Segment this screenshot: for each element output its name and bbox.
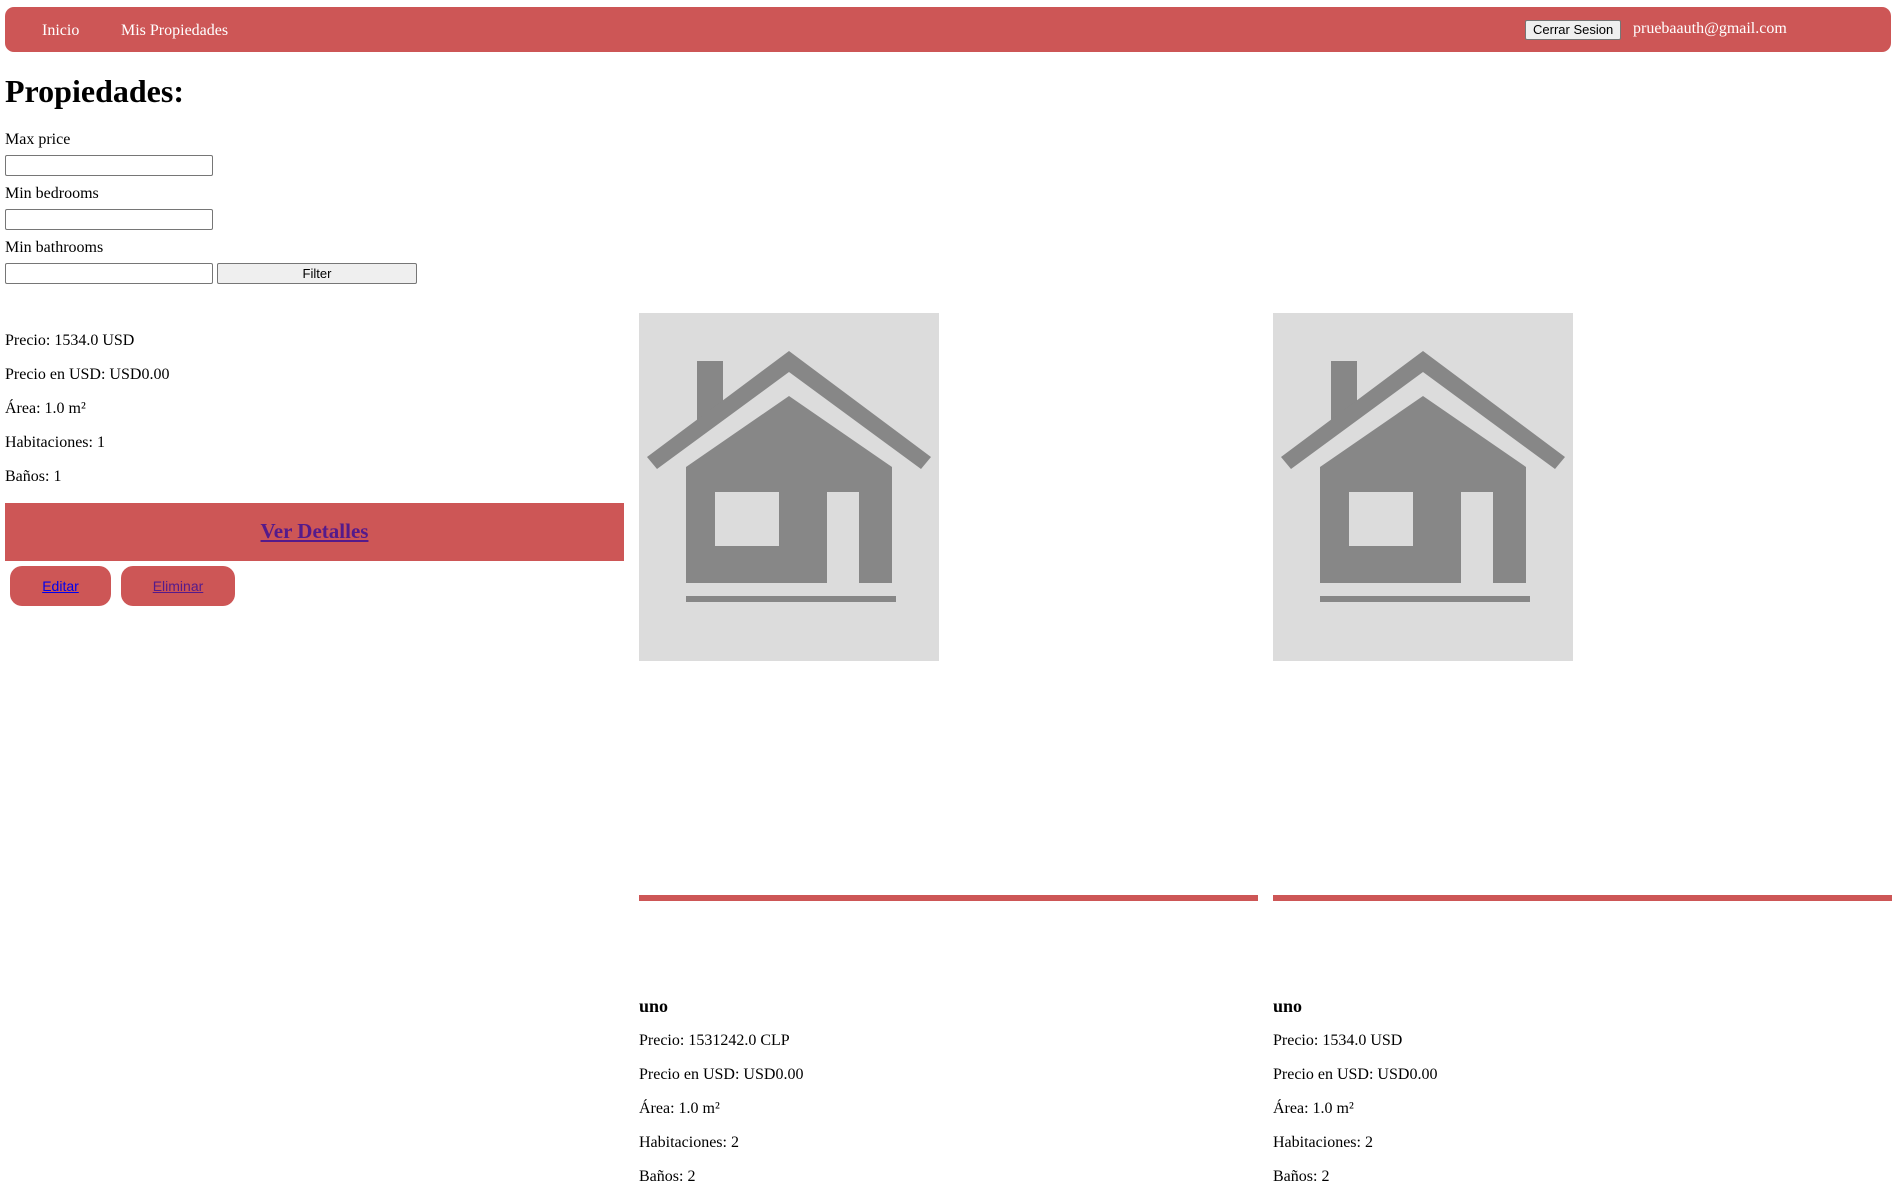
house-icon [1281, 351, 1565, 602]
min-bathrooms-label: Min bathrooms [5, 239, 104, 256]
edit-button[interactable]: Editar [10, 566, 111, 606]
property-rooms: Habitaciones: 2 [1273, 1134, 1373, 1151]
user-email: pruebaauth@gmail.com [1633, 20, 1787, 37]
property-price-usd: Precio en USD: USD0.00 [639, 1066, 804, 1083]
property-price-usd: Precio en USD: USD0.00 [1273, 1066, 1438, 1083]
property-price: Precio: 1534.0 USD [1273, 1032, 1403, 1049]
property-name: uno [639, 996, 669, 1016]
max-price-input[interactable] [5, 155, 213, 176]
property-area: Área: 1.0 m² [5, 400, 86, 417]
filter-button[interactable]: Filter [217, 263, 417, 284]
view-details-link[interactable]: Ver Detalles [261, 519, 369, 544]
property-image[interactable] [639, 313, 939, 661]
nav-link-mis-propiedades[interactable]: Mis Propiedades [121, 22, 228, 40]
nav-link-inicio[interactable]: Inicio [42, 22, 79, 40]
logout-button[interactable]: Cerrar Sesion [1525, 20, 1622, 40]
property-price-usd: Precio en USD: USD0.00 [5, 366, 170, 383]
min-bedrooms-input[interactable] [5, 209, 213, 230]
property-rooms: Habitaciones: 2 [639, 1134, 739, 1151]
property-baths: Baños: 1 [5, 468, 62, 485]
property-rooms: Habitaciones: 1 [5, 434, 105, 451]
top-navbar: Inicio Mis Propiedades Cerrar Sesion pru… [5, 7, 1891, 52]
property-image[interactable] [1273, 313, 1573, 661]
delete-button[interactable]: Eliminar [121, 566, 235, 606]
details-bar [1273, 895, 1892, 901]
property-name: uno [1273, 996, 1303, 1016]
house-icon [647, 351, 931, 602]
property-area: Área: 1.0 m² [639, 1100, 720, 1117]
min-bathrooms-input[interactable] [5, 263, 213, 284]
property-area: Área: 1.0 m² [1273, 1100, 1354, 1117]
min-bedrooms-label: Min bedrooms [5, 185, 99, 202]
delete-link[interactable]: Eliminar [153, 578, 204, 594]
page-title: Propiedades: [5, 73, 184, 109]
property-price: Precio: 1534.0 USD [5, 332, 135, 349]
property-price: Precio: 1531242.0 CLP [639, 1032, 790, 1049]
max-price-label: Max price [5, 131, 71, 148]
edit-link[interactable]: Editar [42, 578, 79, 594]
property-baths: Baños: 2 [1273, 1168, 1330, 1185]
property-baths: Baños: 2 [639, 1168, 696, 1185]
details-bar [639, 895, 1258, 901]
details-bar: Ver Detalles [5, 503, 624, 561]
